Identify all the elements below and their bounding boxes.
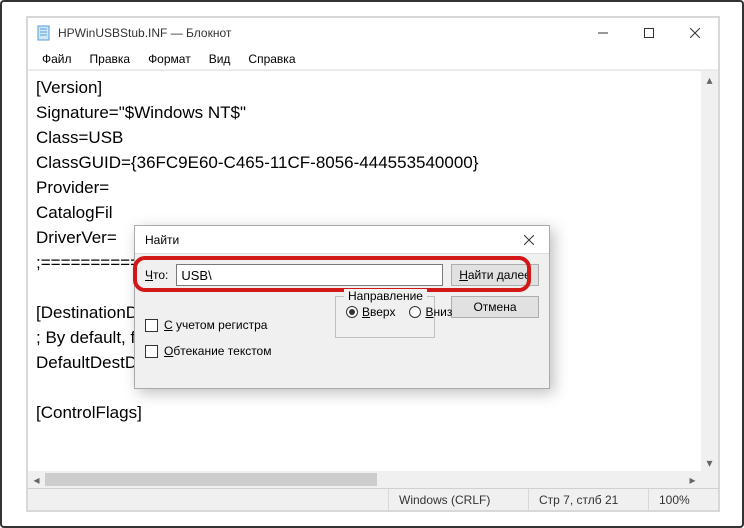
window-buttons <box>580 18 718 48</box>
find-dialog-title: Найти <box>145 233 179 247</box>
statusbar: Windows (CRLF) Стр 7, стлб 21 100% <box>28 488 718 510</box>
maximize-button[interactable] <box>626 18 672 48</box>
minimize-button[interactable] <box>580 18 626 48</box>
checkbox-icon <box>145 345 158 358</box>
radio-icon <box>346 306 358 318</box>
window-title: HPWinUSBStub.INF — Блокнот <box>58 26 231 40</box>
scroll-right-icon[interactable]: ▸ <box>684 471 701 488</box>
wrap-around-checkbox[interactable]: Обтекание текстом <box>145 344 271 358</box>
status-zoom: 100% <box>648 489 718 510</box>
status-position: Стр 7, стлб 21 <box>528 489 648 510</box>
scroll-corner <box>701 471 718 488</box>
find-what-label: Что: <box>145 268 168 282</box>
find-dialog-body: Что: Найти далее Отмена Направление Ввер… <box>135 254 549 388</box>
close-button[interactable] <box>672 18 718 48</box>
menu-edit[interactable]: Правка <box>82 50 139 68</box>
vscroll-track[interactable] <box>701 88 718 454</box>
radio-icon <box>409 306 421 318</box>
find-close-button[interactable] <box>509 226 549 254</box>
menu-format[interactable]: Формат <box>140 50 199 68</box>
find-dialog-titlebar: Найти <box>135 226 549 254</box>
radio-down[interactable]: Вниз <box>409 305 452 319</box>
titlebar: HPWinUSBStub.INF — Блокнот <box>28 18 718 48</box>
match-case-checkbox[interactable]: С учетом регистра <box>145 318 271 332</box>
notepad-icon <box>36 25 52 41</box>
vertical-scrollbar[interactable]: ▴ ▾ <box>701 71 718 471</box>
status-encoding: Windows (CRLF) <box>388 489 528 510</box>
scroll-left-icon[interactable]: ◂ <box>28 471 45 488</box>
editor-area: [Version] Signature="$Windows NT$" Class… <box>28 70 718 488</box>
cancel-button[interactable]: Отмена <box>451 296 539 318</box>
radio-up[interactable]: Вверх <box>346 305 395 319</box>
menubar: Файл Правка Формат Вид Справка <box>28 48 718 70</box>
hscroll-thumb[interactable] <box>45 473 377 486</box>
close-icon <box>524 235 534 245</box>
hscroll-track[interactable] <box>45 471 684 488</box>
find-next-button[interactable]: Найти далее <box>451 264 539 286</box>
checkbox-icon <box>145 319 158 332</box>
menu-view[interactable]: Вид <box>201 50 239 68</box>
horizontal-scrollbar[interactable]: ◂ ▸ <box>28 471 701 488</box>
find-row: Что: Найти далее <box>145 264 539 286</box>
find-input[interactable] <box>176 264 443 286</box>
notepad-window: HPWinUSBStub.INF — Блокнот Файл Правка Ф… <box>26 16 720 512</box>
scroll-down-icon[interactable]: ▾ <box>701 454 718 471</box>
direction-group: Направление Вверх Вниз <box>335 296 435 338</box>
menu-help[interactable]: Справка <box>240 50 303 68</box>
find-dialog: Найти Что: Найти далее Отмена Направлени… <box>134 225 550 389</box>
menu-file[interactable]: Файл <box>34 50 80 68</box>
scroll-up-icon[interactable]: ▴ <box>701 71 718 88</box>
direction-label: Направление <box>344 289 427 303</box>
